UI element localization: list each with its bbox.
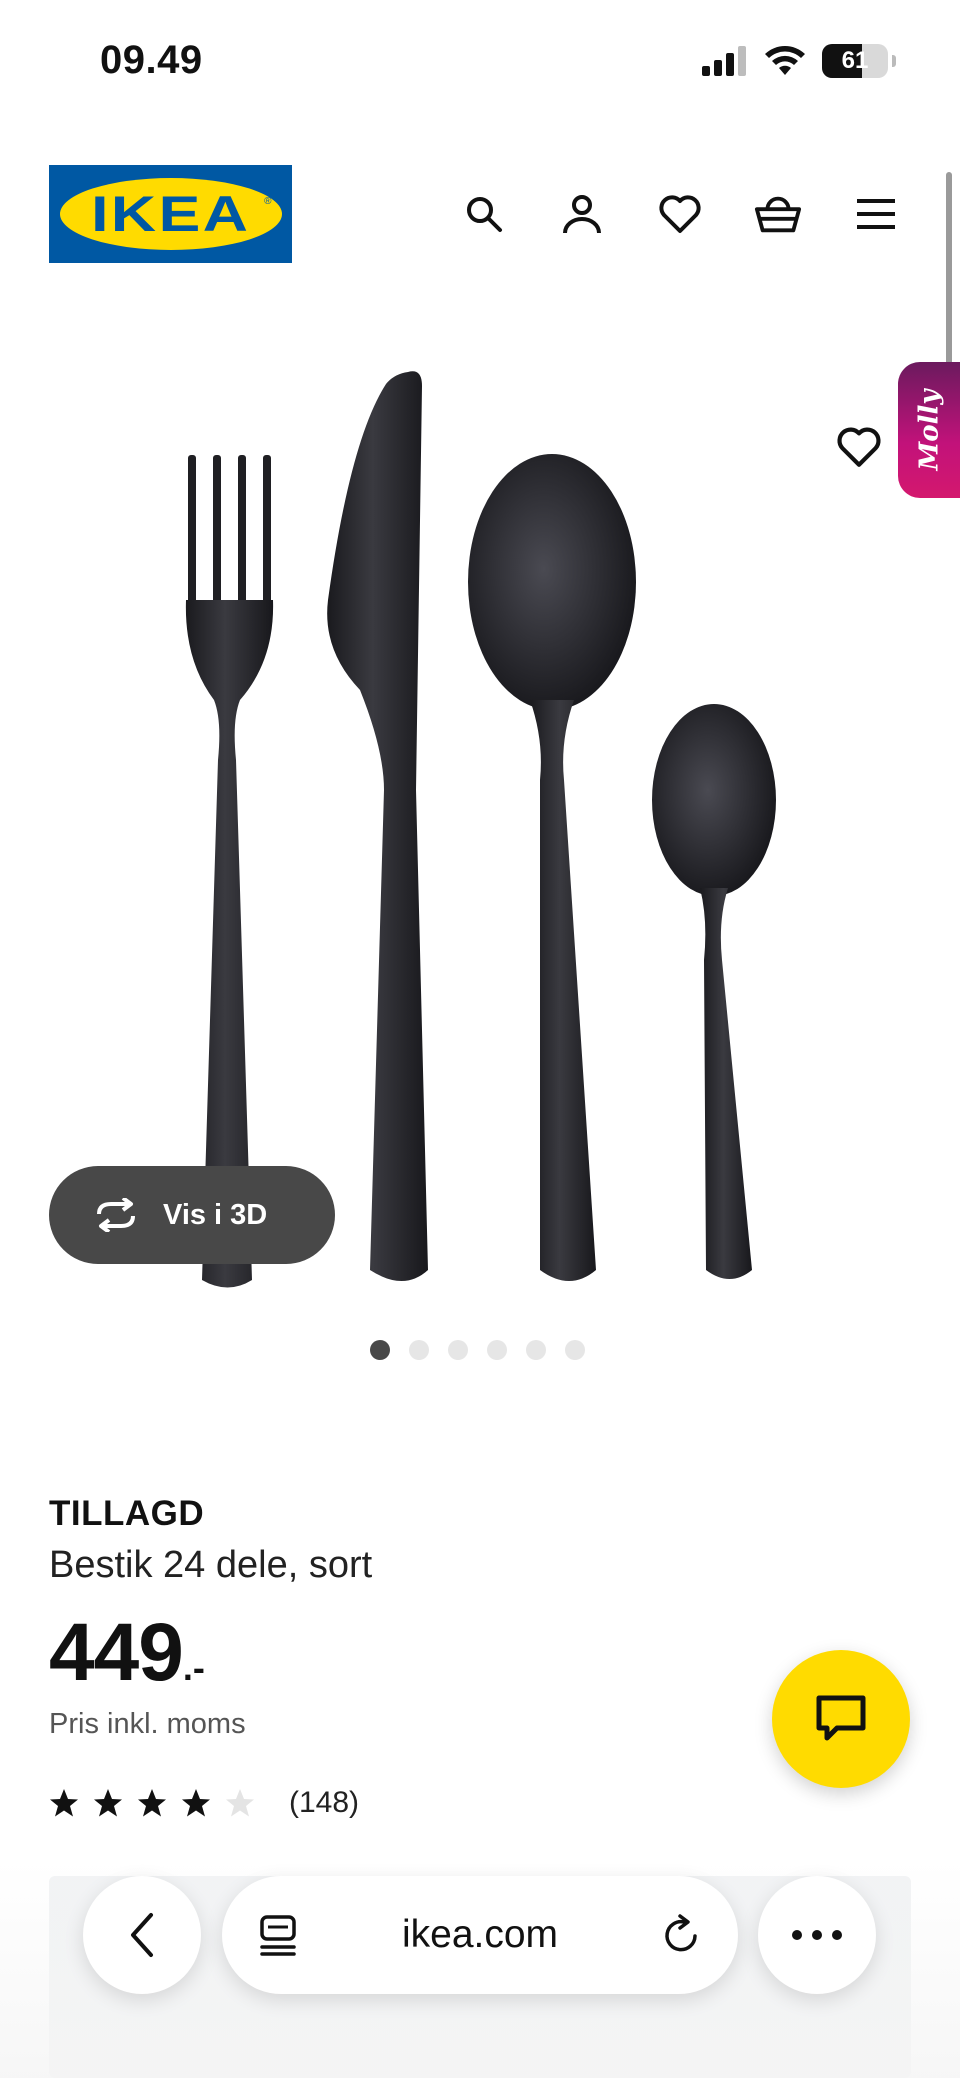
product-description: Bestik 24 dele, sort [49, 1544, 373, 1586]
battery-cap [892, 55, 896, 67]
price-suffix: .- [182, 1647, 205, 1688]
chevron-left-icon [131, 1913, 153, 1957]
menu-button[interactable] [852, 190, 900, 238]
registered-mark: ® [264, 196, 272, 207]
search-icon [467, 197, 502, 232]
carousel-dot[interactable] [370, 1340, 390, 1360]
carousel-dot[interactable] [565, 1340, 585, 1360]
heart-icon [837, 427, 881, 467]
product-price: 449.- [49, 1606, 205, 1700]
molly-assistant-tab[interactable]: Molly [898, 362, 960, 498]
more-dots-icon [792, 1930, 842, 1940]
status-icons: 61 [702, 44, 896, 78]
teaspoon-image [652, 704, 776, 1279]
status-time: 09.49 [100, 38, 203, 82]
star-filled-icon [182, 1789, 210, 1817]
knife-image [327, 371, 428, 1282]
molly-label: Molly [914, 389, 945, 471]
heart-icon [659, 195, 701, 233]
carousel-dot[interactable] [526, 1340, 546, 1360]
site-header: IKEA ® [0, 150, 960, 280]
carousel-dot[interactable] [409, 1340, 429, 1360]
header-icons [460, 190, 900, 238]
battery-icon: 61 [822, 44, 888, 78]
ikea-logo[interactable]: IKEA ® [49, 165, 292, 263]
logo-oval: IKEA ® [59, 178, 282, 250]
save-to-favourites-button[interactable] [836, 426, 882, 473]
product-name: TILLAGD [49, 1494, 205, 1533]
rotate-3d-icon [97, 1198, 135, 1232]
view-in-3d-button[interactable]: Vis i 3D [49, 1166, 335, 1264]
tablespoon-image [468, 454, 636, 1281]
browser-address-bar[interactable]: ikea.com [222, 1876, 738, 1994]
cellular-signal-icon [702, 46, 746, 76]
tabs-overview-icon[interactable] [258, 1913, 298, 1957]
chat-button[interactable] [772, 1650, 910, 1788]
menu-icon [857, 199, 895, 229]
browser-back-button[interactable] [83, 1876, 201, 1994]
account-button[interactable] [558, 190, 606, 238]
chat-bubble-icon [816, 1695, 866, 1741]
star-filled-icon [50, 1789, 78, 1817]
basket-icon [754, 196, 802, 233]
view-in-3d-label: Vis i 3D [163, 1198, 268, 1231]
reload-icon[interactable] [662, 1914, 702, 1956]
fork-image [185, 455, 274, 1288]
user-icon [563, 195, 601, 234]
star-filled-icon [138, 1789, 166, 1817]
carousel-dot[interactable] [448, 1340, 468, 1360]
carousel-dot[interactable] [487, 1340, 507, 1360]
browser-url: ikea.com [401, 1913, 559, 1956]
status-bar: 09.49 61 [0, 0, 960, 130]
review-count: (148) [289, 1786, 360, 1819]
rating-stars [49, 1788, 255, 1818]
price-value: 449 [49, 1607, 184, 1698]
image-carousel-dots [370, 1340, 585, 1360]
price-note: Pris inkl. moms [49, 1708, 246, 1740]
favourites-button[interactable] [656, 190, 704, 238]
product-rating[interactable]: (148) [49, 1786, 359, 1820]
star-empty-icon [226, 1789, 254, 1817]
battery-level: 61 [841, 47, 869, 74]
basket-button[interactable] [754, 190, 802, 238]
search-button[interactable] [460, 190, 508, 238]
logo-text: IKEA [90, 186, 251, 242]
browser-more-button[interactable] [758, 1876, 876, 1994]
star-filled-icon [94, 1789, 122, 1817]
wifi-icon [765, 46, 805, 75]
